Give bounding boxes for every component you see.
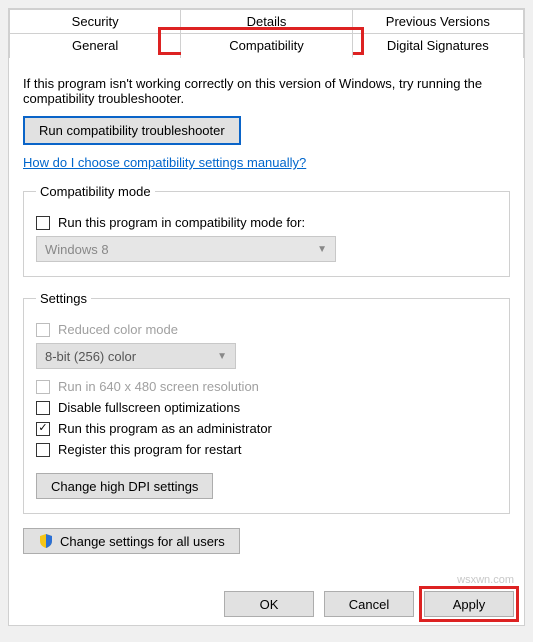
change-all-users-button[interactable]: Change settings for all users xyxy=(23,528,240,554)
compat-mode-label: Run this program in compatibility mode f… xyxy=(58,215,305,230)
watermark-text: wsxwn.com xyxy=(457,574,514,586)
disable-fullscreen-checkbox[interactable] xyxy=(36,401,50,415)
color-mode-combo-value: 8-bit (256) color xyxy=(45,349,136,364)
change-dpi-label: Change high DPI settings xyxy=(51,479,198,494)
tab-strip: Security Details Previous Versions Gener… xyxy=(9,9,524,58)
compat-mode-checkbox[interactable] xyxy=(36,216,50,230)
run-as-admin-label: Run this program as an administrator xyxy=(58,421,272,436)
disable-fullscreen-label: Disable fullscreen optimizations xyxy=(58,400,240,415)
dialog-button-row: OK Cancel Apply xyxy=(224,591,514,617)
ok-button[interactable]: OK xyxy=(224,591,314,617)
change-dpi-button[interactable]: Change high DPI settings xyxy=(36,473,213,499)
change-all-users-label: Change settings for all users xyxy=(60,534,225,549)
run-as-admin-checkbox[interactable] xyxy=(36,422,50,436)
chevron-down-icon: ▼ xyxy=(317,244,327,255)
settings-legend: Settings xyxy=(36,291,91,306)
compat-mode-combo-value: Windows 8 xyxy=(45,242,109,257)
tab-compatibility[interactable]: Compatibility xyxy=(181,33,352,58)
compatibility-mode-group: Compatibility mode Run this program in c… xyxy=(23,184,510,277)
chevron-down-icon: ▼ xyxy=(217,351,227,362)
description-text: If this program isn't working correctly … xyxy=(23,76,510,106)
settings-group: Settings Reduced color mode 8-bit (256) … xyxy=(23,291,510,514)
register-restart-checkbox[interactable] xyxy=(36,443,50,457)
properties-dialog: Security Details Previous Versions Gener… xyxy=(8,8,525,626)
color-mode-combo[interactable]: 8-bit (256) color ▼ xyxy=(36,343,236,369)
run-troubleshooter-button[interactable]: Run compatibility troubleshooter xyxy=(23,116,241,145)
reduced-color-checkbox[interactable] xyxy=(36,323,50,337)
tab-details[interactable]: Details xyxy=(181,9,352,33)
low-res-checkbox[interactable] xyxy=(36,380,50,394)
apply-button[interactable]: Apply xyxy=(424,591,514,617)
register-restart-label: Register this program for restart xyxy=(58,442,242,457)
reduced-color-label: Reduced color mode xyxy=(58,322,178,337)
compat-mode-combo[interactable]: Windows 8 ▼ xyxy=(36,236,336,262)
low-res-label: Run in 640 x 480 screen resolution xyxy=(58,379,259,394)
shield-icon xyxy=(38,533,54,549)
manual-settings-link[interactable]: How do I choose compatibility settings m… xyxy=(23,155,306,170)
tab-content: If this program isn't working correctly … xyxy=(9,58,524,554)
tab-previous-versions[interactable]: Previous Versions xyxy=(353,9,524,33)
cancel-button[interactable]: Cancel xyxy=(324,591,414,617)
compatibility-mode-legend: Compatibility mode xyxy=(36,184,155,199)
tab-digital-signatures[interactable]: Digital Signatures xyxy=(353,33,524,58)
tab-security[interactable]: Security xyxy=(9,9,181,33)
tab-general[interactable]: General xyxy=(9,33,181,58)
